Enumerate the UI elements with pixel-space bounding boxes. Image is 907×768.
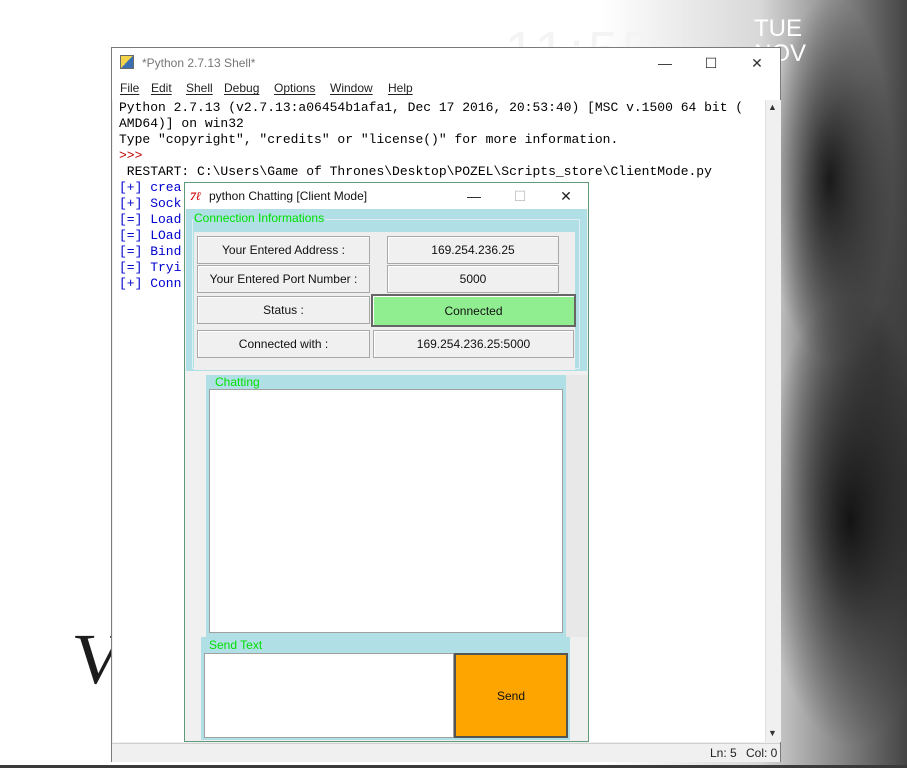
- port-value: 5000: [387, 265, 559, 293]
- send-button[interactable]: Send: [454, 653, 568, 738]
- message-input[interactable]: [204, 653, 454, 738]
- shell-line: Type "copyright", "credits" or "license(…: [119, 132, 619, 147]
- chat-side-panel: [566, 375, 588, 637]
- shell-menubar: File Edit Shell Debug Options Window Hel…: [112, 78, 780, 100]
- close-button[interactable]: ✕: [734, 48, 780, 78]
- chat-titlebar[interactable]: 7ℓ python Chatting [Client Mode] — ☐ ✕: [185, 183, 588, 209]
- maximize-button: ☐: [513, 187, 527, 204]
- close-button[interactable]: ✕: [543, 183, 589, 209]
- shell-line: Python 2.7.13 (v2.7.13:a06454b1afa1, Dec…: [119, 100, 744, 115]
- chatting-legend: Chatting: [214, 375, 261, 389]
- address-value: 169.254.236.25: [387, 236, 559, 264]
- menu-help[interactable]: Help: [388, 81, 413, 95]
- status-value: Connected: [371, 294, 576, 327]
- menu-shell[interactable]: Shell: [186, 81, 213, 95]
- menu-window[interactable]: Window: [330, 81, 373, 95]
- chat-title: python Chatting [Client Mode]: [209, 189, 368, 203]
- scroll-up-arrow-icon[interactable]: ▲: [768, 102, 777, 112]
- send-text-legend: Send Text: [208, 638, 264, 652]
- shell-scrollbar[interactable]: ▲ ▼: [765, 100, 781, 742]
- status-label: Status :: [197, 296, 370, 324]
- menu-options[interactable]: Options: [274, 81, 315, 95]
- maximize-button[interactable]: ☐: [688, 48, 734, 78]
- scroll-down-arrow-icon[interactable]: ▼: [768, 728, 777, 738]
- port-label: Your Entered Port Number :: [197, 265, 370, 293]
- menu-edit[interactable]: Edit: [151, 81, 172, 95]
- minimize-button[interactable]: —: [642, 48, 688, 78]
- shell-titlebar[interactable]: *Python 2.7.13 Shell* — ☐ ✕: [112, 48, 780, 78]
- menu-file[interactable]: File: [120, 81, 139, 95]
- idle-app-icon: [120, 55, 134, 69]
- status-line: Ln: 5: [710, 746, 737, 760]
- address-label: Your Entered Address :: [197, 236, 370, 264]
- shell-statusbar: Ln: 5 Col: 0: [112, 743, 780, 762]
- chat-client-window[interactable]: 7ℓ python Chatting [Client Mode] — ☐ ✕ C…: [184, 182, 589, 742]
- connection-info-legend: Connection Informations: [193, 211, 326, 225]
- status-column: Col: 0: [746, 746, 778, 760]
- tk-icon: 7ℓ: [190, 189, 202, 203]
- connected-with-label: Connected with :: [197, 330, 370, 358]
- shell-line: RESTART: C:\Users\Game of Thrones\Deskto…: [119, 164, 712, 179]
- shell-title: *Python 2.7.13 Shell*: [142, 56, 256, 70]
- shell-prompt: >>>: [119, 148, 151, 163]
- connected-with-value: 169.254.236.25:5000: [373, 330, 574, 358]
- chat-history-area[interactable]: [209, 389, 563, 633]
- date-line: TUE: [754, 15, 802, 42]
- minimize-button[interactable]: —: [451, 183, 497, 209]
- shell-line: AMD64)] on win32: [119, 116, 244, 131]
- menu-debug[interactable]: Debug: [224, 81, 259, 95]
